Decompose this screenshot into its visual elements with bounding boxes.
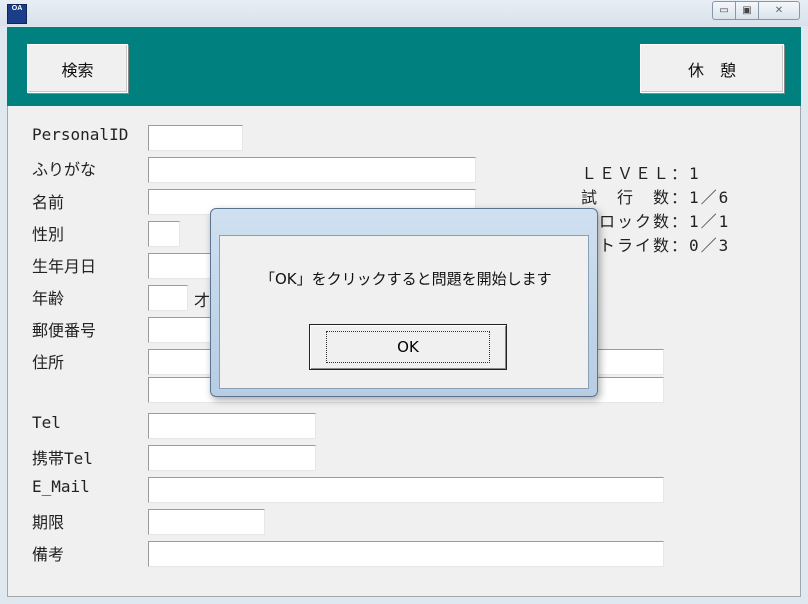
title-bar: OA ▭ ▣ ✕	[0, 0, 808, 26]
trial-count-status: 試 行 数：1／6	[581, 188, 731, 207]
tel-field[interactable]	[148, 413, 316, 439]
postal-code-label: 郵便番号	[32, 321, 97, 340]
notes-label: 備考	[32, 545, 65, 564]
deadline-label: 期限	[32, 513, 65, 532]
minimize-button[interactable]: ▭	[713, 2, 735, 19]
deadline-field[interactable]	[148, 509, 265, 535]
gender-label: 性別	[32, 225, 65, 244]
furigana-field[interactable]	[148, 157, 476, 183]
name-label: 名前	[32, 193, 65, 212]
birthdate-label: 生年月日	[32, 257, 97, 276]
mobile-tel-label: 携帯Tel	[32, 449, 93, 468]
gender-field[interactable]	[148, 221, 180, 247]
mobile-tel-field[interactable]	[148, 445, 316, 471]
window-controls: ▭ ▣ ✕	[712, 1, 800, 20]
furigana-label: ふりがな	[32, 160, 97, 179]
retry-count-status: リトライ数：0／3	[581, 236, 731, 255]
search-button[interactable]: 検索	[27, 44, 128, 93]
rest-button[interactable]: 休 憩	[640, 44, 784, 93]
app-logo-icon: OA	[7, 4, 27, 24]
start-dialog: 「OK」をクリックすると問題を開始します OK	[210, 208, 598, 397]
close-button[interactable]: ✕	[758, 2, 799, 19]
maximize-button[interactable]: ▣	[735, 2, 758, 19]
notes-field[interactable]	[148, 541, 664, 567]
block-count-status: ブロック数：1／1	[581, 212, 731, 231]
personal-id-label: PersonalID	[32, 125, 129, 144]
email-label: E_Mail	[32, 477, 90, 496]
email-field[interactable]	[148, 477, 664, 503]
dialog-body: 「OK」をクリックすると問題を開始します OK	[219, 235, 589, 389]
ok-button-label: OK	[326, 331, 490, 363]
personal-id-field[interactable]	[148, 125, 243, 151]
age-field[interactable]	[148, 285, 188, 311]
address-label: 住所	[32, 353, 65, 372]
tel-label: Tel	[32, 413, 61, 432]
dialog-message: 「OK」をクリックすると問題を開始します	[260, 270, 552, 288]
ok-button[interactable]: OK	[309, 324, 507, 370]
level-status: ＬＥＶＥＬ：1	[581, 164, 701, 183]
age-label: 年齢	[32, 289, 65, 308]
age-unit-label: 才	[194, 291, 211, 310]
